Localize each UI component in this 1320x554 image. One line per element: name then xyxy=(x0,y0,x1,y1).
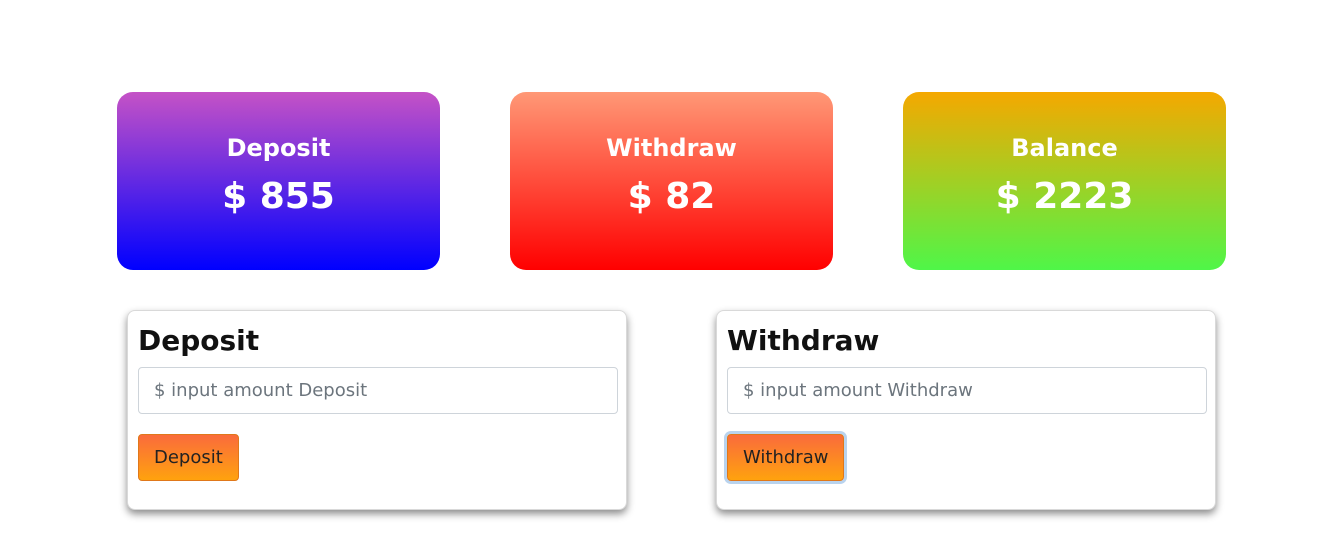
withdraw-summary-value: $ 82 xyxy=(627,176,716,217)
deposit-summary-card: Deposit $ 855 xyxy=(117,92,440,270)
deposit-form-title: Deposit xyxy=(138,324,260,357)
withdraw-summary-card: Withdraw $ 82 xyxy=(510,92,833,270)
deposit-amount-input[interactable] xyxy=(138,367,618,414)
balance-summary-card: Balance $ 2223 xyxy=(903,92,1226,270)
withdraw-summary-label: Withdraw xyxy=(606,134,737,162)
deposit-form: Deposit Deposit xyxy=(127,310,627,510)
deposit-summary-label: Deposit xyxy=(226,134,331,162)
withdraw-form-title: Withdraw xyxy=(727,324,880,357)
deposit-button[interactable]: Deposit xyxy=(138,434,239,481)
deposit-summary-value: $ 855 xyxy=(222,176,335,217)
withdraw-button[interactable]: Withdraw xyxy=(727,434,845,481)
balance-summary-label: Balance xyxy=(1011,134,1118,162)
withdraw-form: Withdraw Withdraw xyxy=(716,310,1216,510)
withdraw-amount-input[interactable] xyxy=(727,367,1207,414)
balance-summary-value: $ 2223 xyxy=(995,176,1134,217)
